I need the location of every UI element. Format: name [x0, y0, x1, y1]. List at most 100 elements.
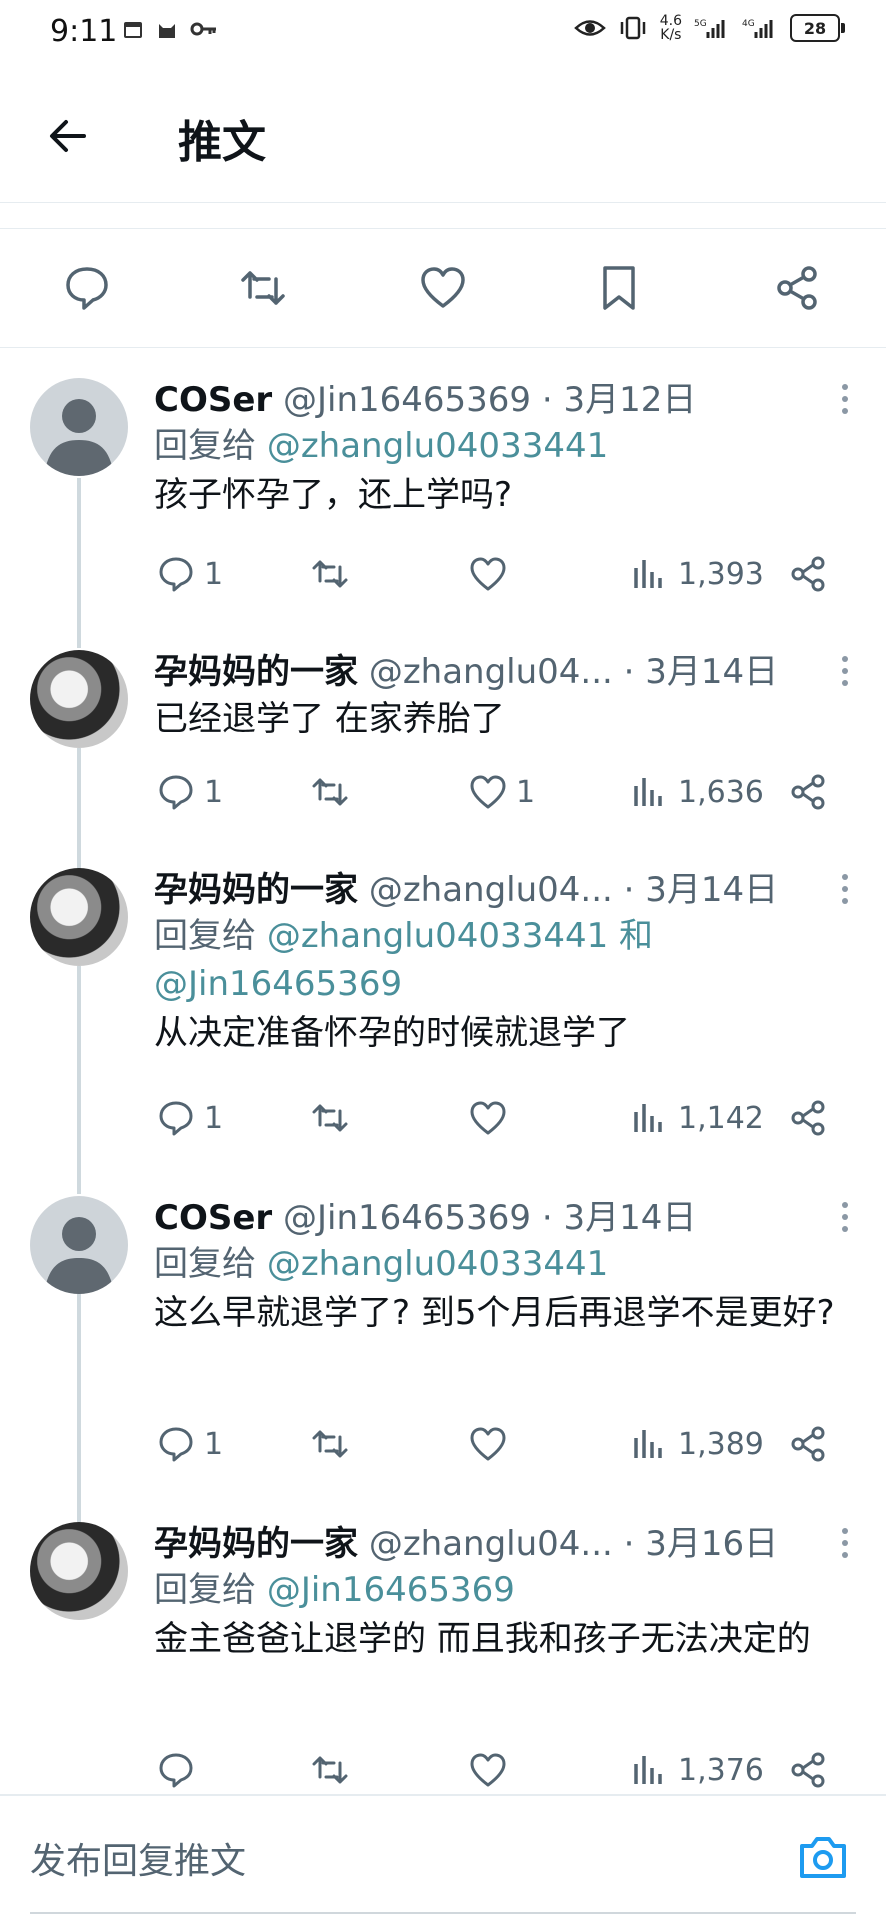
- tweet-text: 这么早就退学了? 到5个月后再退学不是更好?: [154, 1293, 835, 1333]
- tweet-text: 已经退学了 在家养胎了: [154, 699, 505, 739]
- cat-icon: [159, 24, 175, 38]
- views-button[interactable]: 1,393: [630, 552, 764, 596]
- reply-button[interactable]: [156, 1748, 204, 1792]
- compose-reply-input[interactable]: 发布回复推文: [30, 1832, 246, 1884]
- author-handle[interactable]: @Jin16465369: [283, 1198, 531, 1238]
- reply-count: 1: [204, 774, 224, 810]
- author-name[interactable]: 孕妈妈的一家: [154, 870, 358, 910]
- like-icon: [470, 1101, 506, 1135]
- retweet-icon[interactable]: [238, 263, 288, 313]
- avatar[interactable]: [30, 378, 128, 476]
- author-name[interactable]: 孕妈妈的一家: [154, 1524, 358, 1564]
- share-button[interactable]: [788, 770, 828, 814]
- share-icon: [791, 1100, 825, 1136]
- tweet-action-row: 1 1,389: [154, 1422, 846, 1466]
- more-options-icon[interactable]: [840, 1526, 850, 1560]
- avatar[interactable]: [30, 868, 128, 966]
- camera-icon[interactable]: [796, 1830, 850, 1884]
- author-name[interactable]: 孕妈妈的一家: [154, 652, 358, 692]
- views-button[interactable]: 1,376: [630, 1748, 764, 1792]
- views-icon: [634, 560, 662, 588]
- share-button[interactable]: [788, 552, 828, 596]
- retweet-icon: [312, 1430, 348, 1458]
- author-handle[interactable]: @zhanglu04...: [369, 1524, 613, 1564]
- retweet-button[interactable]: [310, 1422, 350, 1466]
- main-tweet-action-bar: [0, 228, 886, 348]
- vibrate-icon: [620, 16, 645, 40]
- view-count: 1,636: [678, 774, 764, 810]
- tweet-action-row: 1 1,393: [154, 552, 846, 596]
- reply-button[interactable]: 1: [156, 1096, 223, 1140]
- share-button[interactable]: [788, 1748, 828, 1792]
- view-count: 1,376: [678, 1752, 764, 1788]
- more-options-icon[interactable]: [840, 382, 850, 416]
- mention-link[interactable]: @zhanglu04033441: [267, 1244, 608, 1284]
- avatar[interactable]: [30, 1522, 128, 1620]
- reply-button[interactable]: 1: [156, 770, 223, 814]
- share-icon: [791, 774, 825, 810]
- tweet-text: 孩子怀孕了，还上学吗?: [154, 475, 513, 515]
- more-options-icon[interactable]: [840, 1200, 850, 1234]
- compose-reply-bar[interactable]: 发布回复推文: [0, 1794, 886, 1922]
- views-button[interactable]: 1,636: [630, 770, 764, 814]
- mention-link[interactable]: @Jin16465369: [154, 964, 402, 1004]
- reply-icon[interactable]: [62, 263, 112, 313]
- retweet-button[interactable]: [310, 1096, 350, 1140]
- retweet-button[interactable]: [310, 770, 350, 814]
- reply-icon: [159, 1101, 193, 1136]
- author-handle[interactable]: @Jin16465369: [283, 380, 531, 420]
- like-button[interactable]: [468, 552, 516, 596]
- mention-link[interactable]: @Jin16465369: [267, 1570, 515, 1610]
- like-button[interactable]: [468, 1422, 516, 1466]
- reply-to-line: 回复给 @zhanglu04033441: [154, 1244, 609, 1284]
- status-time: 9:11: [50, 14, 118, 49]
- retweet-button[interactable]: [310, 552, 350, 596]
- avatar[interactable]: [30, 650, 128, 748]
- retweet-icon: [312, 560, 348, 588]
- reply-icon: [159, 775, 193, 810]
- author-handle[interactable]: @zhanglu04...: [369, 870, 613, 910]
- thread-connector: [77, 478, 81, 648]
- status-right-icons: 4.6 K/s 5G 4G 28: [573, 14, 845, 42]
- reply-icon: [159, 1427, 193, 1462]
- like-icon[interactable]: [418, 263, 468, 313]
- like-button[interactable]: 1: [468, 770, 535, 814]
- more-options-icon[interactable]: [840, 872, 850, 906]
- reply-button[interactable]: 1: [156, 1422, 223, 1466]
- share-icon[interactable]: [772, 263, 822, 313]
- mention-link[interactable]: @zhanglu04033441: [267, 916, 608, 956]
- signal-5g-icon: 5G: [694, 19, 725, 38]
- author-name[interactable]: COSer: [154, 380, 272, 420]
- like-button[interactable]: [468, 1096, 516, 1140]
- retweet-button[interactable]: [310, 1748, 350, 1792]
- author-name[interactable]: COSer: [154, 1198, 272, 1238]
- bookmark-icon[interactable]: [594, 263, 644, 313]
- views-button[interactable]: 1,389: [630, 1422, 764, 1466]
- tweet-text: 金主爸爸让退学的 而且我和孩子无法决定的: [154, 1619, 811, 1659]
- views-button[interactable]: 1,142: [630, 1096, 764, 1140]
- avatar[interactable]: [30, 1196, 128, 1294]
- more-options-icon[interactable]: [840, 654, 850, 688]
- reply-to-line: 回复给 @zhanglu04033441: [154, 426, 609, 466]
- back-arrow-icon[interactable]: [44, 112, 92, 160]
- reply-count: 1: [204, 556, 224, 592]
- svg-text:5G: 5G: [694, 19, 707, 29]
- status-left-icons: [122, 18, 218, 40]
- mention-link[interactable]: @zhanglu04033441: [267, 426, 608, 466]
- view-count: 1,389: [678, 1426, 764, 1462]
- share-button[interactable]: [788, 1422, 828, 1466]
- tweet-date: · 3月14日: [541, 1198, 697, 1238]
- reply-icon: [159, 1753, 193, 1788]
- like-count: 1: [516, 774, 536, 810]
- tweet-date: · 3月12日: [541, 380, 697, 420]
- like-button[interactable]: [468, 1748, 516, 1792]
- reply-button[interactable]: 1: [156, 552, 223, 596]
- share-button[interactable]: [788, 1096, 828, 1140]
- tweet-text: 从决定准备怀孕的时候就退学了: [154, 1013, 630, 1053]
- retweet-icon: [312, 778, 348, 806]
- tweet-date: · 3月14日: [623, 652, 779, 692]
- share-icon: [791, 1426, 825, 1462]
- reply-to-line: 回复给 @Jin16465369: [154, 1570, 515, 1610]
- author-handle[interactable]: @zhanglu04...: [369, 652, 613, 692]
- views-icon: [634, 1756, 662, 1784]
